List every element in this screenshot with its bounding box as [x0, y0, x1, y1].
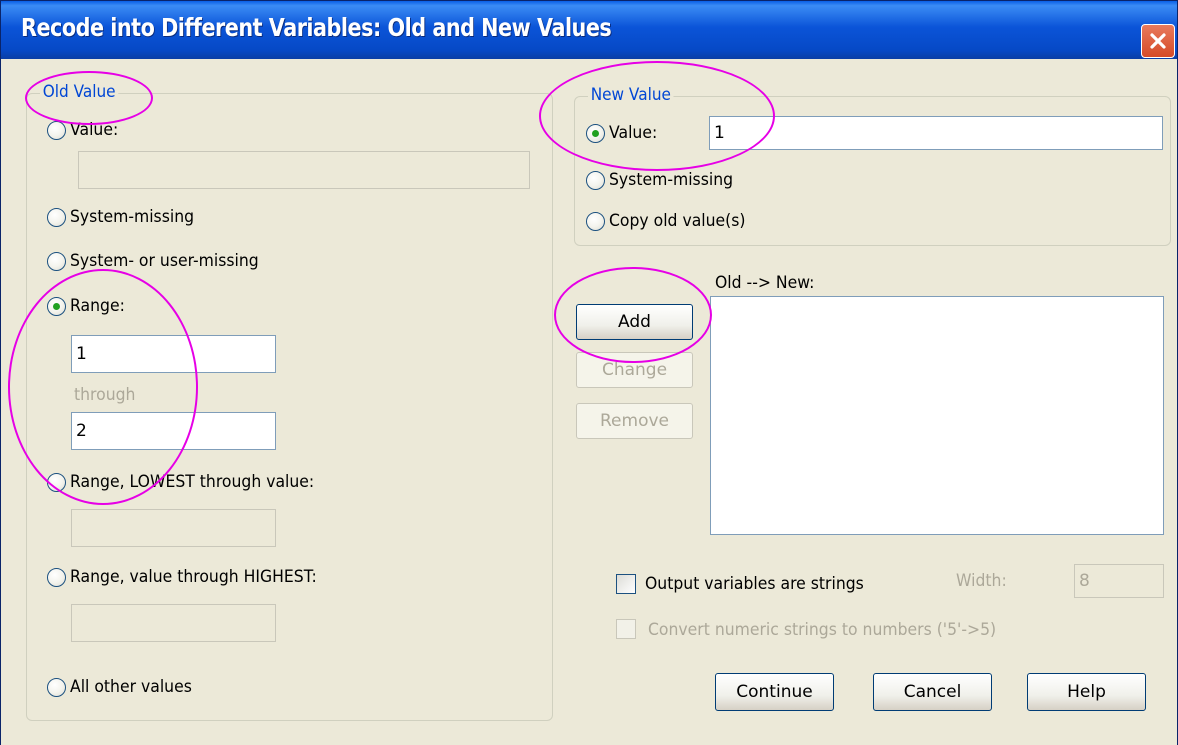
dialog-window: Recode into Different Variables: Old and…: [0, 0, 1178, 745]
old-range-label: Range:: [70, 296, 125, 316]
copy-old-values-label: Copy old value(s): [609, 211, 746, 231]
old-new-label: Old --> New:: [715, 273, 815, 293]
window-title: Recode into Different Variables: Old and…: [21, 13, 612, 42]
radio-button[interactable]: [47, 207, 66, 227]
new-system-missing-label: System-missing: [609, 170, 734, 190]
range-highest-radio[interactable]: Range, value through HIGHEST:: [47, 567, 338, 587]
radio-button[interactable]: [47, 567, 66, 587]
change-button[interactable]: Change: [576, 352, 693, 388]
close-icon: [1150, 33, 1166, 49]
convert-numeric-label: Convert numeric strings to numbers ('5'-…: [648, 620, 997, 640]
cancel-button[interactable]: Cancel: [873, 673, 992, 711]
radio-button[interactable]: [47, 296, 66, 316]
old-system-missing-label: System-missing: [70, 207, 195, 227]
copy-old-values-radio[interactable]: Copy old value(s): [586, 211, 757, 231]
old-new-list[interactable]: [710, 296, 1164, 535]
old-system-user-missing-radio[interactable]: System- or user-missing: [47, 251, 275, 271]
all-other-values-radio[interactable]: All other values: [47, 677, 202, 697]
radio-button[interactable]: [47, 677, 66, 697]
new-value-radio[interactable]: Value:: [586, 123, 661, 143]
output-strings-checkbox[interactable]: [616, 574, 636, 594]
range-to-input[interactable]: 2: [71, 412, 276, 450]
old-system-missing-radio[interactable]: System-missing: [47, 207, 205, 227]
old-range-radio[interactable]: Range:: [47, 296, 130, 316]
continue-button[interactable]: Continue: [715, 673, 834, 711]
dialog-content: Old Value Value: System-missing System- …: [1, 59, 1177, 745]
new-value-label: Value:: [609, 123, 658, 143]
width-input[interactable]: 8: [1074, 564, 1164, 598]
old-value-label: Value:: [70, 120, 119, 140]
title-bar[interactable]: Recode into Different Variables: Old and…: [1, 1, 1177, 59]
range-lowest-label: Range, LOWEST through value:: [70, 472, 315, 492]
radio-button[interactable]: [47, 251, 66, 271]
new-system-missing-radio[interactable]: System-missing: [586, 170, 744, 190]
convert-numeric-checkbox[interactable]: [616, 619, 636, 639]
range-highest-label: Range, value through HIGHEST:: [70, 567, 317, 587]
output-strings-label: Output variables are strings: [645, 574, 864, 594]
width-label: Width:: [956, 571, 1007, 591]
old-value-legend: Old Value: [40, 82, 119, 102]
all-other-values-label: All other values: [70, 677, 192, 697]
radio-button[interactable]: [47, 472, 66, 492]
close-button[interactable]: [1141, 24, 1175, 58]
range-lowest-input[interactable]: [71, 509, 276, 547]
radio-button[interactable]: [586, 211, 605, 231]
range-lowest-radio[interactable]: Range, LOWEST through value:: [47, 472, 335, 492]
new-value-input[interactable]: 1: [709, 116, 1163, 150]
through-label: through: [74, 385, 136, 405]
old-value-radio[interactable]: Value:: [47, 120, 122, 140]
help-button[interactable]: Help: [1027, 673, 1146, 711]
new-value-legend: New Value: [588, 85, 674, 105]
old-system-user-missing-label: System- or user-missing: [70, 251, 259, 271]
add-button[interactable]: Add: [576, 304, 693, 340]
radio-button[interactable]: [586, 123, 605, 143]
remove-button[interactable]: Remove: [576, 403, 693, 439]
old-value-input[interactable]: [78, 151, 530, 189]
range-highest-input[interactable]: [71, 604, 276, 642]
range-from-input[interactable]: 1: [71, 335, 276, 373]
radio-button[interactable]: [586, 170, 605, 190]
radio-button[interactable]: [47, 120, 66, 140]
